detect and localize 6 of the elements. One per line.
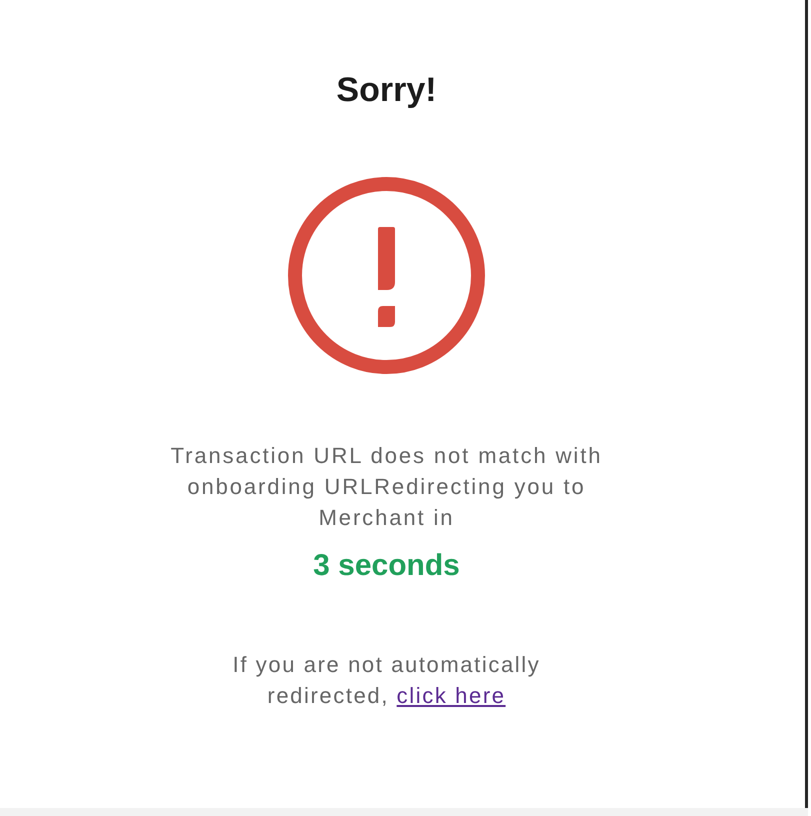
error-message: Transaction URL does not match with onboarding URLRedirecting you to Merchant in	[170, 442, 604, 532]
redirect-note: If you are not automatically redirected, click here	[232, 651, 542, 710]
click-here-link[interactable]: click here	[396, 683, 506, 708]
countdown-text: 3 seconds	[313, 548, 460, 584]
page-title: Sorry!	[336, 70, 437, 110]
exclamation-circle-icon	[288, 177, 485, 374]
